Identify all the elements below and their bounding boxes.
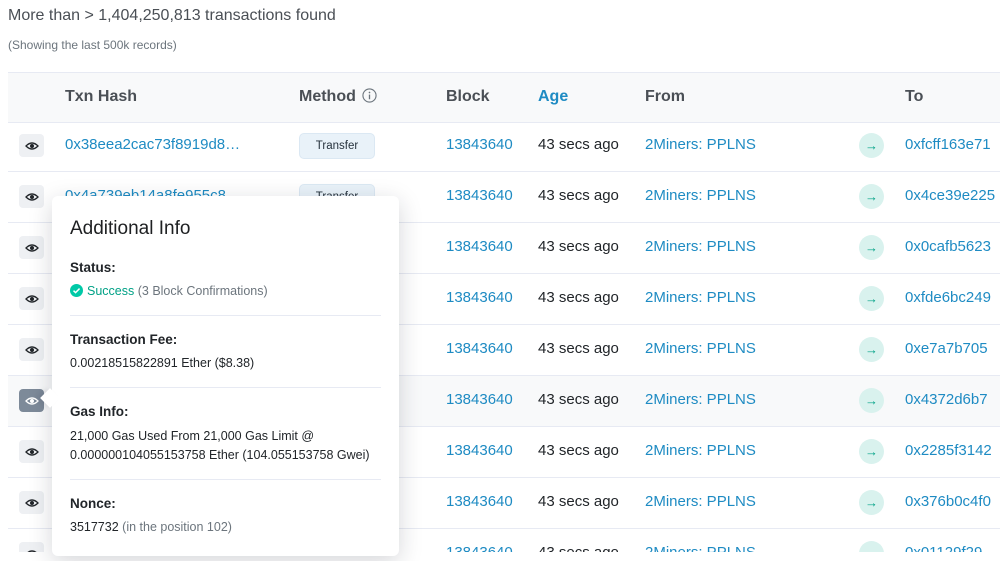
eye-icon[interactable]	[19, 491, 44, 514]
age-text: 43 secs ago	[538, 442, 619, 459]
from-link[interactable]: 2Miners: PPLNS	[645, 136, 756, 153]
check-circle-icon	[70, 284, 83, 297]
to-link[interactable]: 0x4372d6b7	[905, 391, 988, 408]
additional-info-popover: Additional Info Status: Success (3 Block…	[52, 196, 399, 556]
header-age-toggle[interactable]: Age	[538, 88, 568, 106]
block-link[interactable]: 13843640	[446, 187, 513, 204]
header-from: From	[645, 88, 685, 105]
age-text: 43 secs ago	[538, 187, 619, 204]
to-link[interactable]: 0x2285f3142	[905, 442, 992, 459]
block-link[interactable]: 13843640	[446, 544, 513, 552]
header-to: To	[905, 88, 924, 105]
arrow-right-icon: →	[859, 337, 884, 362]
block-link[interactable]: 13843640	[446, 136, 513, 153]
to-link[interactable]: 0xfde6bc249	[905, 289, 991, 306]
block-link[interactable]: 13843640	[446, 442, 513, 459]
to-link[interactable]: 0x4ce39e225	[905, 187, 995, 204]
status-success-text: Success	[87, 284, 135, 298]
to-link[interactable]: 0x376b0c4f0	[905, 493, 991, 510]
from-link[interactable]: 2Miners: PPLNS	[645, 289, 756, 306]
age-text: 43 secs ago	[538, 391, 619, 408]
from-link[interactable]: 2Miners: PPLNS	[645, 187, 756, 204]
records-note: (Showing the last 500k records)	[8, 38, 177, 52]
eye-icon[interactable]	[19, 338, 44, 361]
from-link[interactable]: 2Miners: PPLNS	[645, 544, 756, 552]
divider	[70, 387, 381, 388]
eye-icon[interactable]	[19, 542, 44, 552]
to-link[interactable]: 0x01129f29	[905, 544, 982, 552]
transactions-count: More than > 1,404,250,813 transactions f…	[8, 7, 336, 24]
age-text: 43 secs ago	[538, 493, 619, 510]
from-link[interactable]: 2Miners: PPLNS	[645, 442, 756, 459]
from-link[interactable]: 2Miners: PPLNS	[645, 493, 756, 510]
eye-icon[interactable]	[19, 185, 44, 208]
status-value: Success (3 Block Confirmations)	[70, 282, 268, 301]
divider	[70, 315, 381, 316]
eye-icon[interactable]	[19, 134, 44, 157]
eye-icon[interactable]	[19, 236, 44, 259]
arrow-right-icon: →	[859, 439, 884, 464]
status-confirmations: (3 Block Confirmations)	[137, 284, 268, 298]
block-link[interactable]: 13843640	[446, 340, 513, 357]
arrow-right-icon: →	[859, 286, 884, 311]
age-text: 43 secs ago	[538, 136, 619, 153]
method-badge: Transfer	[299, 133, 375, 159]
nonce-label: Nonce:	[70, 496, 116, 511]
from-link[interactable]: 2Miners: PPLNS	[645, 391, 756, 408]
info-circle-icon[interactable]	[362, 88, 377, 103]
eye-icon[interactable]	[19, 287, 44, 310]
fee-value: 0.00218515822891 Ether ($8.38)	[70, 356, 255, 370]
arrow-right-icon: →	[859, 490, 884, 515]
age-text: 43 secs ago	[538, 544, 619, 552]
arrow-right-icon: →	[859, 541, 884, 552]
block-link[interactable]: 13843640	[446, 289, 513, 306]
gas-info-label: Gas Info:	[70, 404, 129, 419]
to-link[interactable]: 0xfcff163e71	[905, 136, 991, 153]
gas-info-line1: 21,000 Gas Used From 21,000 Gas Limit @	[70, 429, 315, 443]
fee-label: Transaction Fee:	[70, 332, 178, 347]
nonce-value: 3517732 (in the position 102)	[70, 518, 232, 537]
divider	[70, 479, 381, 480]
nonce-position: (in the position 102)	[122, 520, 232, 534]
txn-hash-link[interactable]: 0x38eea2cac73f8919d8…	[65, 136, 240, 153]
status-label: Status:	[70, 260, 116, 275]
age-text: 43 secs ago	[538, 289, 619, 306]
eye-icon[interactable]	[19, 389, 44, 412]
to-link[interactable]: 0x0cafb5623	[905, 238, 991, 255]
arrow-right-icon: →	[859, 133, 884, 158]
gas-info-line2: 0.000000104055153758 Ether (104.05515375…	[70, 448, 370, 462]
header-txn-hash: Txn Hash	[65, 88, 138, 105]
from-link[interactable]: 2Miners: PPLNS	[645, 238, 756, 255]
age-text: 43 secs ago	[538, 340, 619, 357]
header-method: Method	[299, 88, 356, 105]
arrow-right-icon: →	[859, 388, 884, 413]
age-text: 43 secs ago	[538, 238, 619, 255]
nonce-number: 3517732	[70, 520, 119, 534]
header-block: Block	[446, 88, 490, 105]
eye-icon[interactable]	[19, 440, 44, 463]
table-row: 0x38eea2cac73f8919d8… Transfer 13843640 …	[8, 121, 1000, 172]
block-link[interactable]: 13843640	[446, 391, 513, 408]
block-link[interactable]: 13843640	[446, 238, 513, 255]
from-link[interactable]: 2Miners: PPLNS	[645, 340, 756, 357]
header-method-group: Method	[299, 88, 377, 106]
summary: More than > 1,404,250,813 transactions f…	[8, 6, 336, 52]
table-header: Txn Hash Method Block Age From To	[8, 72, 1000, 123]
popover-title: Additional Info	[70, 218, 191, 239]
arrow-right-icon: →	[859, 184, 884, 209]
arrow-right-icon: →	[859, 235, 884, 260]
to-link[interactable]: 0xe7a7b705	[905, 340, 988, 357]
block-link[interactable]: 13843640	[446, 493, 513, 510]
